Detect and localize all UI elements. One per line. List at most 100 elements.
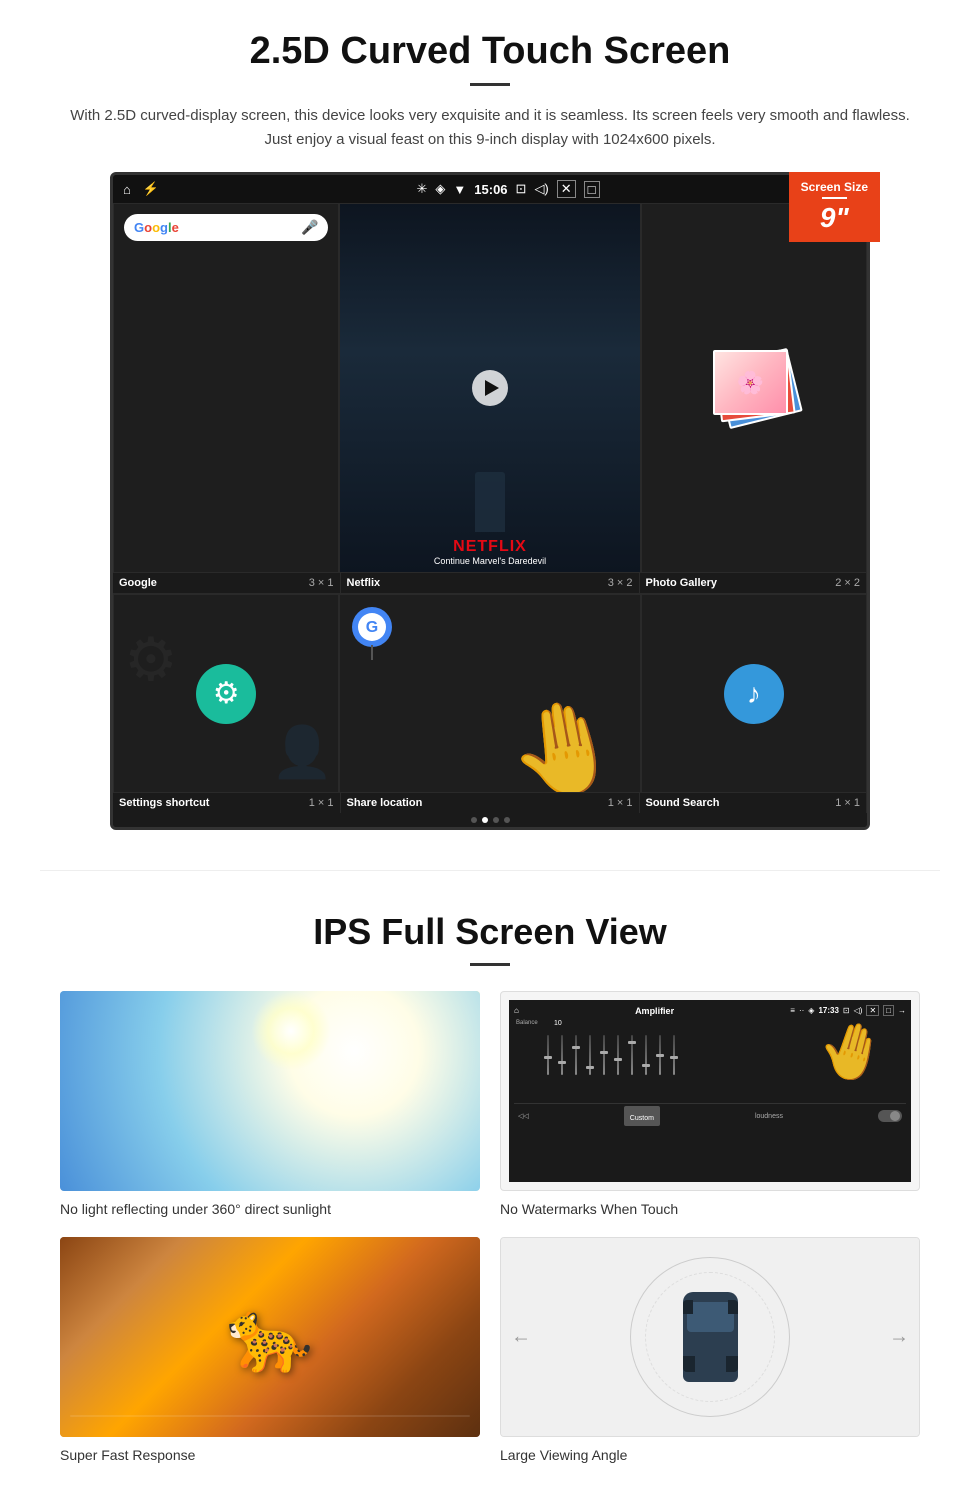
badge-size: 9" [820,202,849,233]
usb-icon: ⚡ [143,181,159,197]
device-mockup: Screen Size 9" ⌂ ⚡ ✳ ◈ ▼ 15:06 ⊡ ◁) ✕ [110,172,870,830]
feature-sunlight: No light reflecting under 360° direct su… [60,991,480,1217]
section1-description: With 2.5D curved-display screen, this de… [60,104,920,152]
photo-stack: 🌸 [709,348,799,428]
settings-icon: ⚙ [196,664,256,724]
sound-bg: ♪ [642,595,866,792]
status-left-icons: ⌂ ⚡ [123,181,159,197]
settings-app-size: 1 × 1 [309,797,334,809]
section2-container: IPS Full Screen View No light reflecting… [0,891,980,1493]
nav-dots [113,813,867,827]
eq-header: ⌂ Amplifier ≡ ·· ◈ 17:33 ⊡ ◁) ✕ □ → [514,1005,906,1016]
section1-title: 2.5D Curved Touch Screen [60,30,920,73]
app-grid-bottom: ⚙ 👤 ⚙ G [113,593,867,793]
eq-preset: Custom [630,1115,654,1122]
photo-gallery-cell[interactable]: 🌸 [641,203,867,573]
google-cell-content: Google 🎤 [114,204,338,572]
eq-loudness-label: loudness [755,1113,783,1120]
google-logo: Google [134,220,179,235]
watermark-label: No Watermarks When Touch [500,1201,920,1217]
section1-divider [470,83,510,86]
car-label: Large Viewing Angle [500,1447,920,1463]
netflix-app-cell[interactable]: NETFLIX Continue Marvel's Daredevil [339,203,640,573]
google-app-size: 3 × 1 [309,577,334,589]
settings-cell[interactable]: ⚙ 👤 ⚙ [113,594,339,793]
sound-app-name: Sound Search [646,797,720,809]
status-time: 15:06 [474,182,507,197]
settings-app-name: Settings shortcut [119,797,209,809]
cheetah-emoji: 🐆 [226,1296,313,1378]
settings-bg: ⚙ 👤 ⚙ [114,595,338,792]
square-icon: □ [584,181,600,198]
google-search-bar[interactable]: Google 🎤 [124,214,328,241]
wifi-icon: ▼ [453,182,466,197]
share-label: Share location 1 × 1 [341,793,640,813]
google-app-name: Google [119,577,157,589]
gallery-app-name: Photo Gallery [646,577,718,589]
app-grid-top: Google 🎤 [113,203,867,573]
app-label-row-top: Google 3 × 1 Netflix 3 × 2 Photo Gallery… [113,573,867,593]
feature-equalizer: ⌂ Amplifier ≡ ·· ◈ 17:33 ⊡ ◁) ✕ □ → [500,991,920,1217]
play-triangle-icon [485,380,499,396]
google-mic-icon[interactable]: 🎤 [301,219,318,236]
share-app-size: 1 × 1 [608,797,633,809]
gallery-label: Photo Gallery 2 × 2 [640,573,868,593]
netflix-bg: NETFLIX Continue Marvel's Daredevil [340,204,639,572]
netflix-overlay: NETFLIX Continue Marvel's Daredevil [340,532,639,572]
netflix-label: Netflix 3 × 2 [341,573,640,593]
section2-title: IPS Full Screen View [60,911,920,953]
eq-icons: ≡ ·· ◈ 17:33 ⊡ ◁) ✕ □ → [790,1005,906,1016]
sound-search-cell[interactable]: ♪ [641,594,867,793]
sound-app-size: 1 × 1 [835,797,860,809]
section-divider [40,870,940,871]
gallery-app-size: 2 × 2 [835,577,860,589]
feature-grid: No light reflecting under 360° direct su… [60,991,920,1463]
netflix-play-button[interactable] [472,370,508,406]
hand-icon: 🤚 [499,688,628,792]
volume-icon: ◁) [534,181,548,197]
nav-dot-3 [493,817,499,823]
nav-dot-2 [482,817,488,823]
badge-label: Screen Size [801,180,868,194]
sound-label: Sound Search 1 × 1 [640,793,868,813]
car-image: ← → [500,1237,920,1437]
screen-size-badge: Screen Size 9" [789,172,880,242]
feature-car: ← → Large Viewing Angle [500,1237,920,1463]
netflix-app-name: Netflix [347,577,381,589]
feature-cheetah: 🐆 Super Fast Response [60,1237,480,1463]
equalizer-image: ⌂ Amplifier ≡ ·· ◈ 17:33 ⊡ ◁) ✕ □ → [500,991,920,1191]
netflix-detail: Continue Marvel's Daredevil [348,556,631,566]
netflix-logo: NETFLIX [348,538,631,556]
google-app-cell[interactable]: Google 🎤 [113,203,339,573]
location-icon: ◈ [435,181,445,197]
bluetooth-icon: ✳ [417,181,428,197]
sound-icon: ♪ [724,664,784,724]
camera-status-icon: ⊡ [516,181,527,197]
status-center-icons: ✳ ◈ ▼ 15:06 ⊡ ◁) ✕ □ [159,180,857,198]
google-label: Google 3 × 1 [113,573,341,593]
share-location-cell[interactable]: G 🤚 [339,594,640,793]
device-screen: ⌂ ⚡ ✳ ◈ ▼ 15:06 ⊡ ◁) ✕ □ [110,172,870,830]
share-icon: G [350,605,395,665]
share-bg: G 🤚 [340,595,639,792]
eq-screen-mockup: ⌂ Amplifier ≡ ·· ◈ 17:33 ⊡ ◁) ✕ □ → [509,1000,911,1182]
sunlight-label: No light reflecting under 360° direct su… [60,1201,480,1217]
cheetah-image: 🐆 [60,1237,480,1437]
cheetah-label: Super Fast Response [60,1447,480,1463]
nav-dot-1 [471,817,477,823]
app-label-row-bottom: Settings shortcut 1 × 1 Share location 1… [113,793,867,813]
share-app-name: Share location [347,797,423,809]
svg-text:G: G [366,619,378,636]
badge-divider [822,197,847,199]
eq-home-icon: ⌂ [514,1006,519,1015]
sunlight-image [60,991,480,1191]
close-icon: ✕ [557,180,576,198]
status-bar: ⌂ ⚡ ✳ ◈ ▼ 15:06 ⊡ ◁) ✕ □ [113,175,867,203]
settings-label: Settings shortcut 1 × 1 [113,793,341,813]
section1-container: 2.5D Curved Touch Screen With 2.5D curve… [0,0,980,850]
nav-dot-4 [504,817,510,823]
home-icon: ⌂ [123,182,131,197]
eq-title: Amplifier [635,1006,674,1016]
netflix-app-size: 3 × 2 [608,577,633,589]
section2-divider [470,963,510,966]
